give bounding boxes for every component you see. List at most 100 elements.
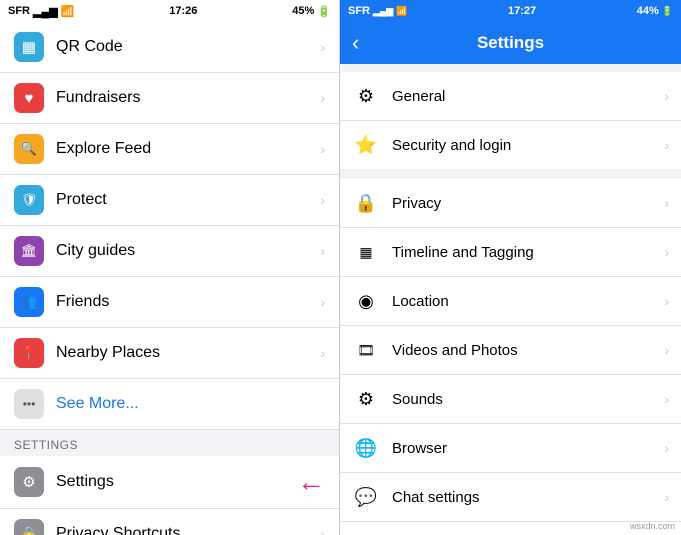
settings-icon: ⚙ bbox=[14, 467, 44, 497]
chevron-icon: › bbox=[664, 293, 669, 309]
chevron-icon: › bbox=[664, 440, 669, 456]
security-item[interactable]: ⭐ Security and login › bbox=[340, 121, 681, 169]
fundraisers-label: Fundraisers bbox=[56, 89, 320, 107]
general-icon: ⚙ bbox=[352, 82, 380, 110]
city-guides-label: City guides bbox=[56, 242, 320, 260]
right-time: 17:27 bbox=[508, 5, 536, 17]
left-battery-icon: 🔋 bbox=[317, 5, 331, 18]
security-icon: ⭐ bbox=[352, 131, 380, 159]
location-label: Location bbox=[392, 293, 664, 310]
chat-settings-item[interactable]: 💬 Chat settings › bbox=[340, 473, 681, 522]
location-item[interactable]: ◉ Location › bbox=[340, 277, 681, 326]
right-battery-pct: 44% bbox=[637, 5, 659, 17]
sounds-label: Sounds bbox=[392, 391, 664, 408]
general-item[interactable]: ⚙ General › bbox=[340, 72, 681, 121]
friends-icon: 👥 bbox=[14, 287, 44, 317]
pink-arrow-left: ← bbox=[297, 466, 325, 498]
left-battery-pct: 45% bbox=[292, 5, 314, 17]
explore-feed-icon: 🔍 bbox=[14, 134, 44, 164]
see-more-item[interactable]: ••• See More... bbox=[0, 379, 339, 430]
videos-photos-label: Videos and Photos bbox=[392, 342, 664, 359]
chevron-icon: › bbox=[664, 137, 669, 153]
friends-label: Friends bbox=[56, 293, 320, 311]
nearby-places-icon: 📍 bbox=[14, 338, 44, 368]
right-battery-icon: 🔋 bbox=[662, 6, 673, 17]
right-status-right: 44% 🔋 bbox=[637, 5, 673, 17]
nearby-places-label: Nearby Places bbox=[56, 344, 320, 362]
chevron-icon: › bbox=[320, 526, 325, 535]
right-settings-list: ⚙ General › ⭐ Security and login › 🔒 Pri… bbox=[340, 64, 681, 535]
protect-icon: 🛡 bbox=[14, 185, 44, 215]
settings-label: Settings bbox=[56, 473, 291, 491]
privacy-item[interactable]: 🔒 Privacy › bbox=[340, 179, 681, 228]
back-button[interactable]: ‹ bbox=[352, 30, 367, 56]
chevron-icon: › bbox=[664, 342, 669, 358]
privacy-icon: 🔒 bbox=[352, 189, 380, 217]
chevron-icon: › bbox=[320, 39, 325, 55]
left-status-left: SFR ▂▄▆ 📶 bbox=[8, 5, 74, 18]
left-time: 17:26 bbox=[169, 5, 197, 17]
left-wifi-icon: 📶 bbox=[61, 5, 75, 18]
browser-item[interactable]: 🌐 Browser › bbox=[340, 424, 681, 473]
left-menu-list: ▦ QR Code › ♥ Fundraisers › 🔍 Explore Fe… bbox=[0, 22, 339, 535]
menu-item-explore-feed[interactable]: 🔍 Explore Feed › bbox=[0, 124, 339, 175]
chevron-icon: › bbox=[320, 90, 325, 106]
left-panel: SFR ▂▄▆ 📶 17:26 45% 🔋 ▦ QR Code › ♥ Fund… bbox=[0, 0, 340, 535]
menu-item-fundraisers[interactable]: ♥ Fundraisers › bbox=[0, 73, 339, 124]
timeline-item[interactable]: ▦ Timeline and Tagging › bbox=[340, 228, 681, 277]
general-label: General bbox=[392, 88, 664, 105]
menu-item-protect[interactable]: 🛡 Protect › bbox=[0, 175, 339, 226]
privacy-shortcuts-item[interactable]: 🔒 Privacy Shortcuts › bbox=[0, 509, 339, 535]
chevron-icon: › bbox=[320, 294, 325, 310]
sounds-item[interactable]: ⚙ Sounds › bbox=[340, 375, 681, 424]
settings-section-1: ⚙ General › ⭐ Security and login › bbox=[340, 72, 681, 169]
settings-section-2: 🔒 Privacy › ▦ Timeline and Tagging › ◉ L… bbox=[340, 179, 681, 535]
security-label: Security and login bbox=[392, 137, 664, 154]
left-carrier: SFR bbox=[8, 5, 30, 17]
chevron-icon: › bbox=[320, 192, 325, 208]
videos-photos-item[interactable]: 🎞 Videos and Photos › bbox=[340, 326, 681, 375]
right-nav-bar: ‹ Settings bbox=[340, 22, 681, 64]
right-signal-icon: ▂▄▆ bbox=[373, 6, 393, 17]
qr-code-label: QR Code bbox=[56, 38, 320, 56]
right-status-bar: SFR ▂▄▆ 📶 17:27 44% 🔋 bbox=[340, 0, 681, 22]
qr-code-icon: ▦ bbox=[14, 32, 44, 62]
chevron-icon: › bbox=[320, 243, 325, 259]
right-status-left: SFR ▂▄▆ 📶 bbox=[348, 5, 407, 17]
chevron-icon: › bbox=[664, 88, 669, 104]
timeline-label: Timeline and Tagging bbox=[392, 244, 664, 261]
menu-item-friends[interactable]: 👥 Friends › bbox=[0, 277, 339, 328]
chevron-icon: › bbox=[664, 489, 669, 505]
right-panel: SFR ▂▄▆ 📶 17:27 44% 🔋 ‹ Settings ⚙ Gener… bbox=[340, 0, 681, 535]
settings-section-header: SETTINGS bbox=[0, 430, 339, 456]
privacy-shortcuts-icon: 🔒 bbox=[14, 519, 44, 535]
videos-photos-icon: 🎞 bbox=[352, 336, 380, 364]
left-status-bar: SFR ▂▄▆ 📶 17:26 45% 🔋 bbox=[0, 0, 339, 22]
right-carrier: SFR bbox=[348, 5, 370, 17]
privacy-label: Privacy bbox=[392, 195, 664, 212]
chevron-icon: › bbox=[320, 345, 325, 361]
chevron-icon: › bbox=[664, 391, 669, 407]
protect-label: Protect bbox=[56, 191, 320, 209]
sounds-icon: ⚙ bbox=[352, 385, 380, 413]
see-more-icon: ••• bbox=[14, 389, 44, 419]
timeline-icon: ▦ bbox=[352, 238, 380, 266]
chevron-icon: › bbox=[664, 195, 669, 211]
fundraisers-icon: ♥ bbox=[14, 83, 44, 113]
explore-feed-label: Explore Feed bbox=[56, 140, 320, 158]
privacy-shortcuts-label: Privacy Shortcuts bbox=[56, 525, 320, 535]
watermark: wsxdn.com bbox=[630, 521, 675, 531]
chevron-icon: › bbox=[664, 244, 669, 260]
left-signal-icon: ▂▄▆ bbox=[33, 5, 58, 18]
chat-settings-label: Chat settings bbox=[392, 489, 664, 506]
chevron-icon: › bbox=[320, 141, 325, 157]
settings-nav-title: Settings bbox=[340, 33, 681, 53]
chat-settings-icon: 💬 bbox=[352, 483, 380, 511]
menu-item-nearby-places[interactable]: 📍 Nearby Places › bbox=[0, 328, 339, 379]
settings-item[interactable]: ⚙ Settings ← bbox=[0, 456, 339, 509]
browser-label: Browser bbox=[392, 440, 664, 457]
menu-item-city-guides[interactable]: 🏛 City guides › bbox=[0, 226, 339, 277]
see-more-label[interactable]: See More... bbox=[56, 395, 139, 413]
left-status-right: 45% 🔋 bbox=[292, 5, 331, 18]
menu-item-qr-code[interactable]: ▦ QR Code › bbox=[0, 22, 339, 73]
